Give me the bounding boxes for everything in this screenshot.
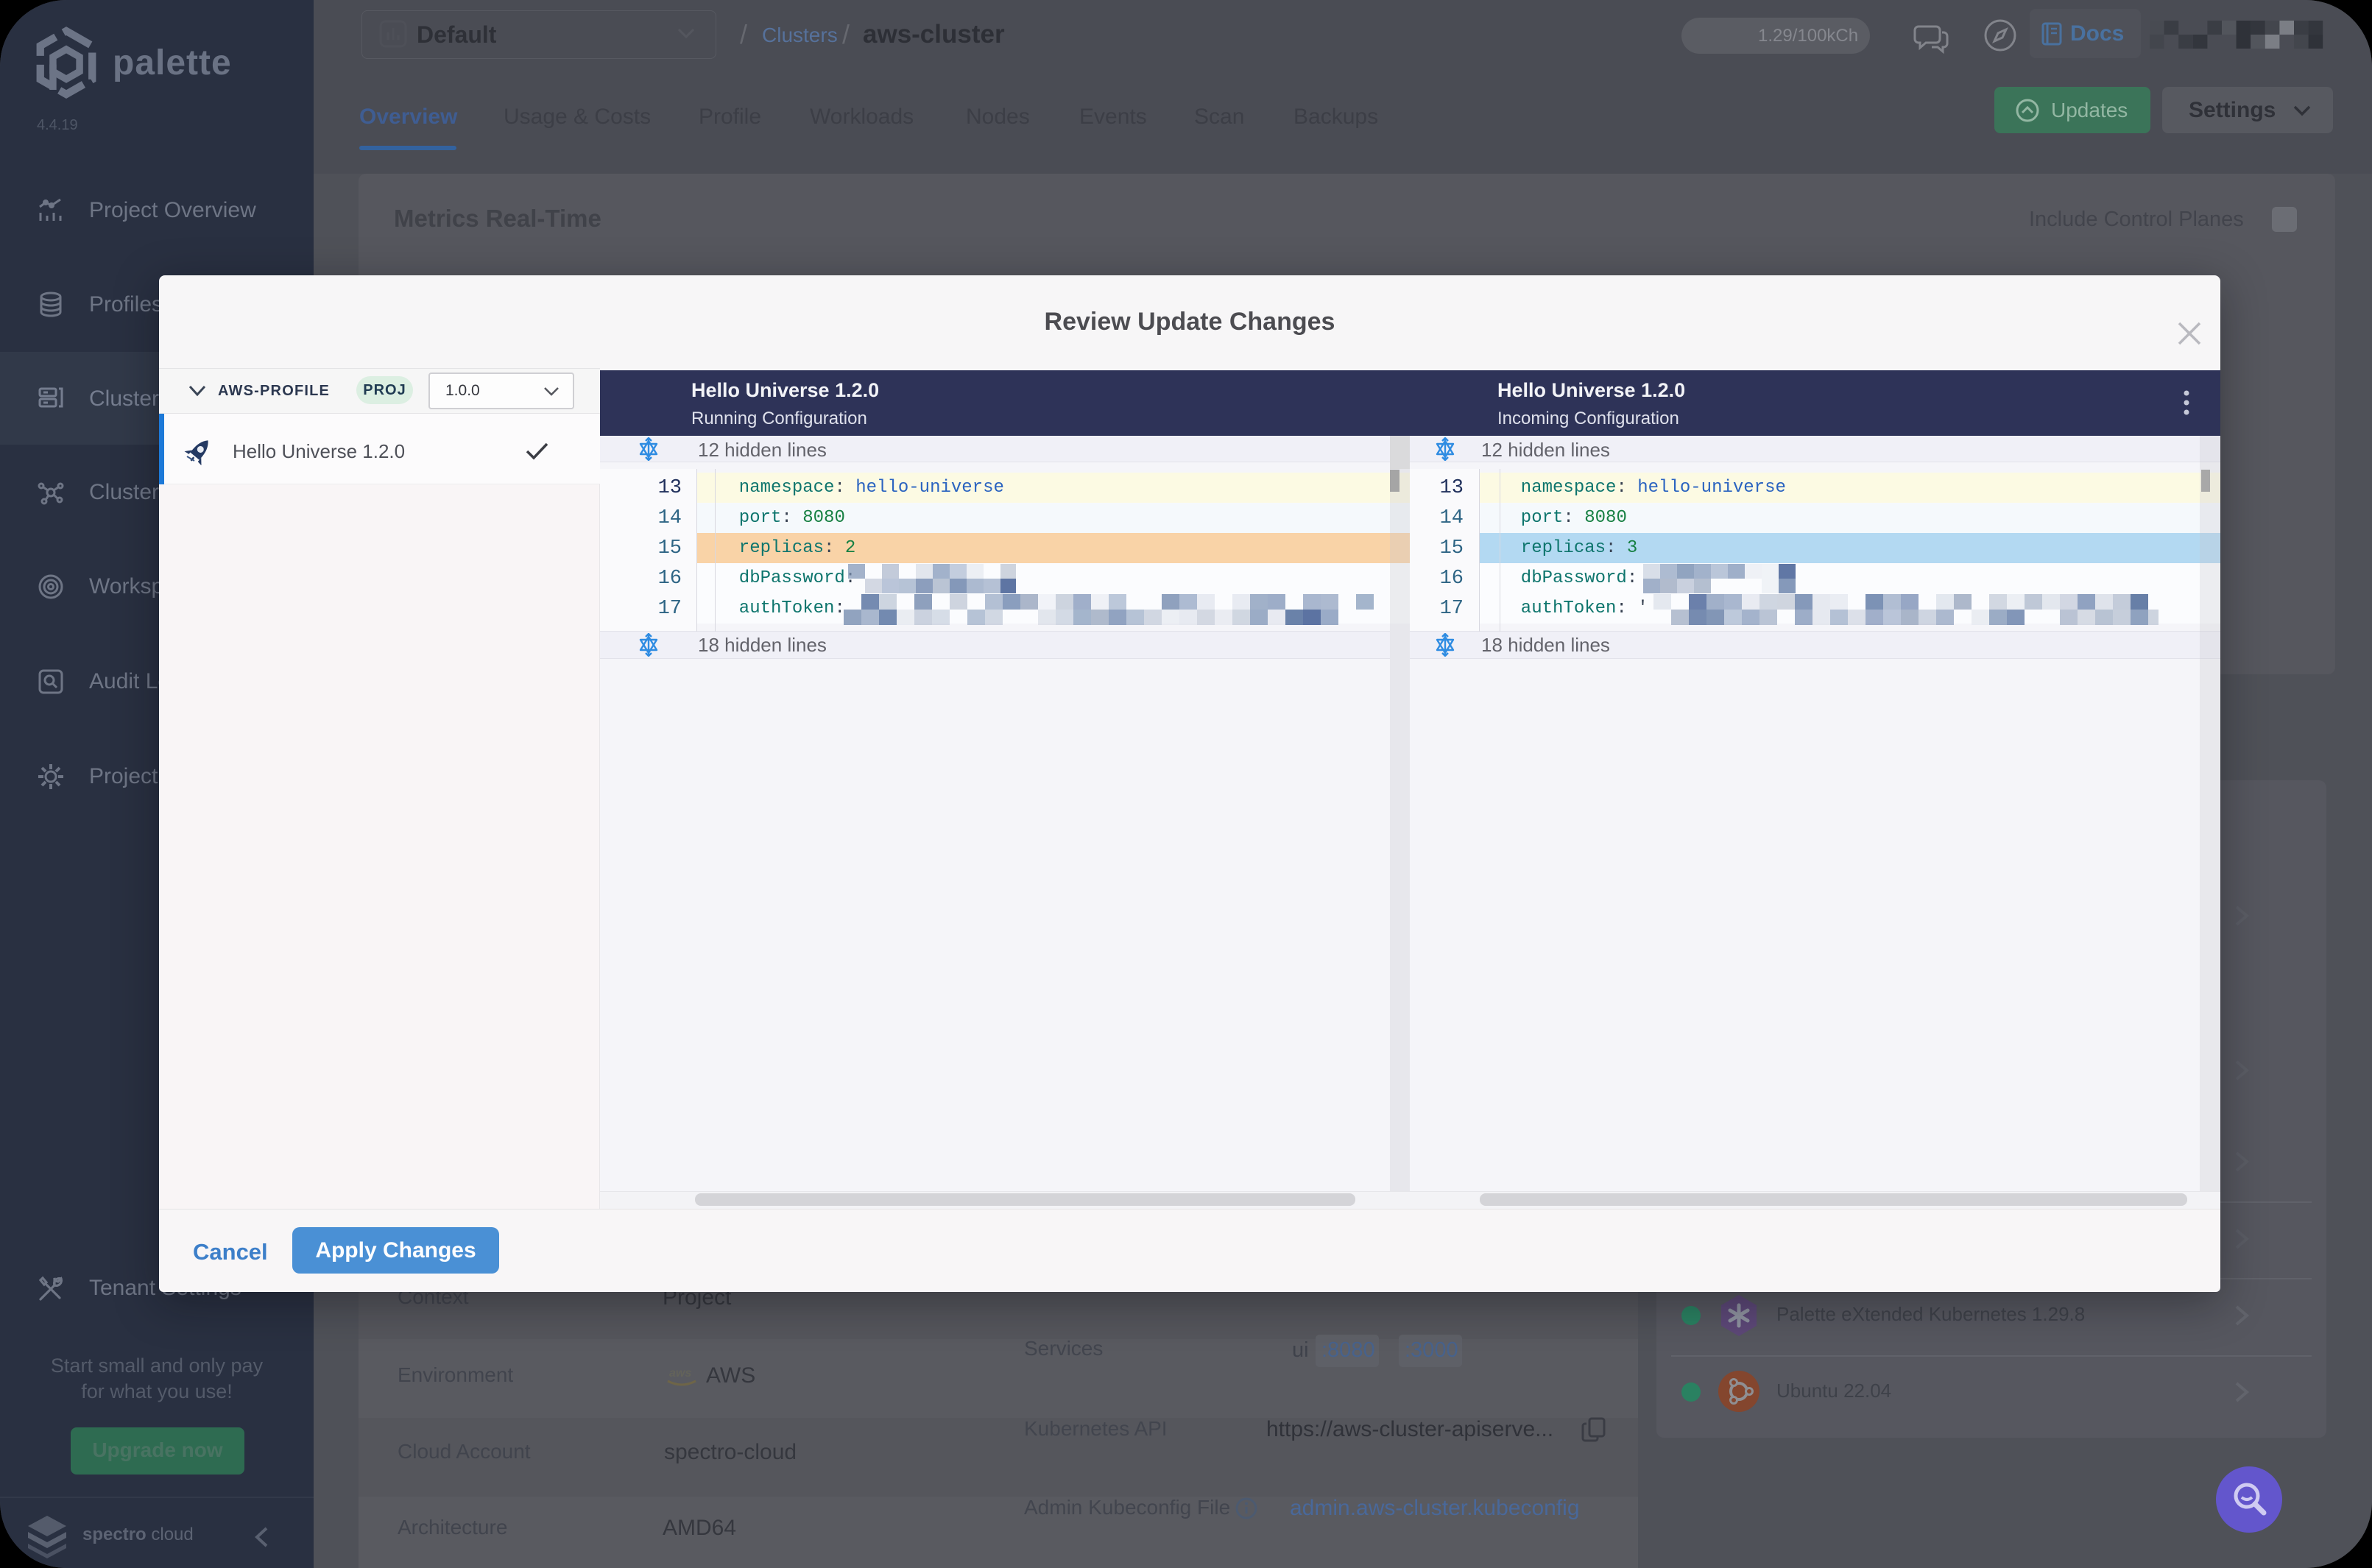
svg-text:aws: aws xyxy=(669,1367,691,1380)
